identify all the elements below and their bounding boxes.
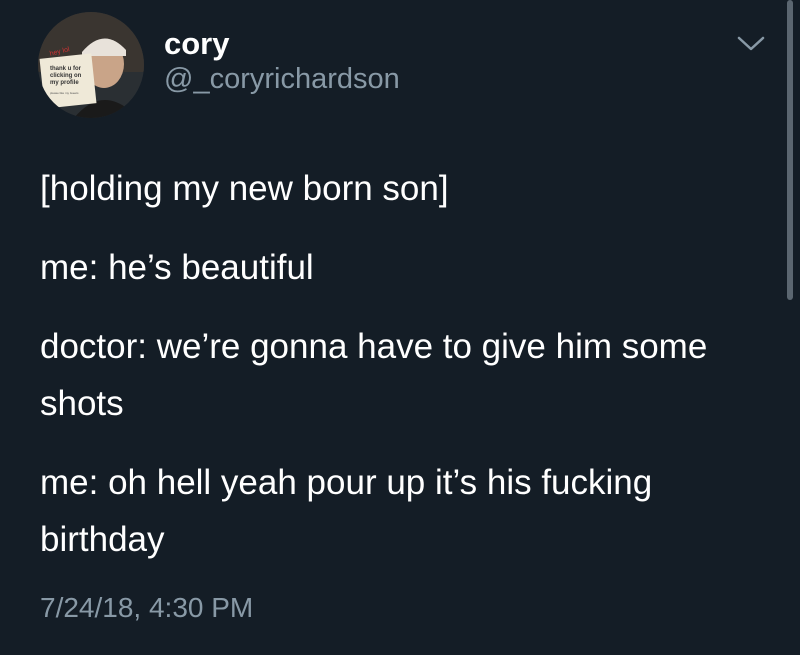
tweet-menu-button[interactable] (735, 32, 767, 54)
avatar-sign-line3: my profile (50, 80, 79, 86)
author-handle[interactable]: @_coryrichardson (164, 62, 400, 96)
avatar-sign-small: please like my tweets (50, 91, 79, 95)
author-display-name[interactable]: cory (164, 26, 229, 62)
tweet-line: [holding my new born son] (40, 169, 449, 208)
avatar-sign-line1: thank u for (50, 66, 82, 72)
tweet-text: [holding my new born son] me: he’s beaut… (40, 160, 780, 590)
tweet-line: me: he’s beautiful (40, 248, 314, 287)
scrollbar[interactable] (787, 0, 793, 300)
tweet: hey lol thank u for clicking on my profi… (0, 0, 800, 655)
avatar-sign-line2: clicking on (50, 73, 82, 79)
tweet-timestamp[interactable]: 7/24/18, 4:30 PM (40, 591, 253, 625)
tweet-line: me: oh hell yeah pour up it’s his fuckin… (40, 463, 653, 559)
tweet-line: doctor: we’re gonna have to give him som… (40, 327, 708, 423)
avatar[interactable]: hey lol thank u for clicking on my profi… (38, 12, 144, 118)
avatar-photo: hey lol thank u for clicking on my profi… (38, 12, 144, 118)
chevron-down-icon (737, 36, 765, 51)
